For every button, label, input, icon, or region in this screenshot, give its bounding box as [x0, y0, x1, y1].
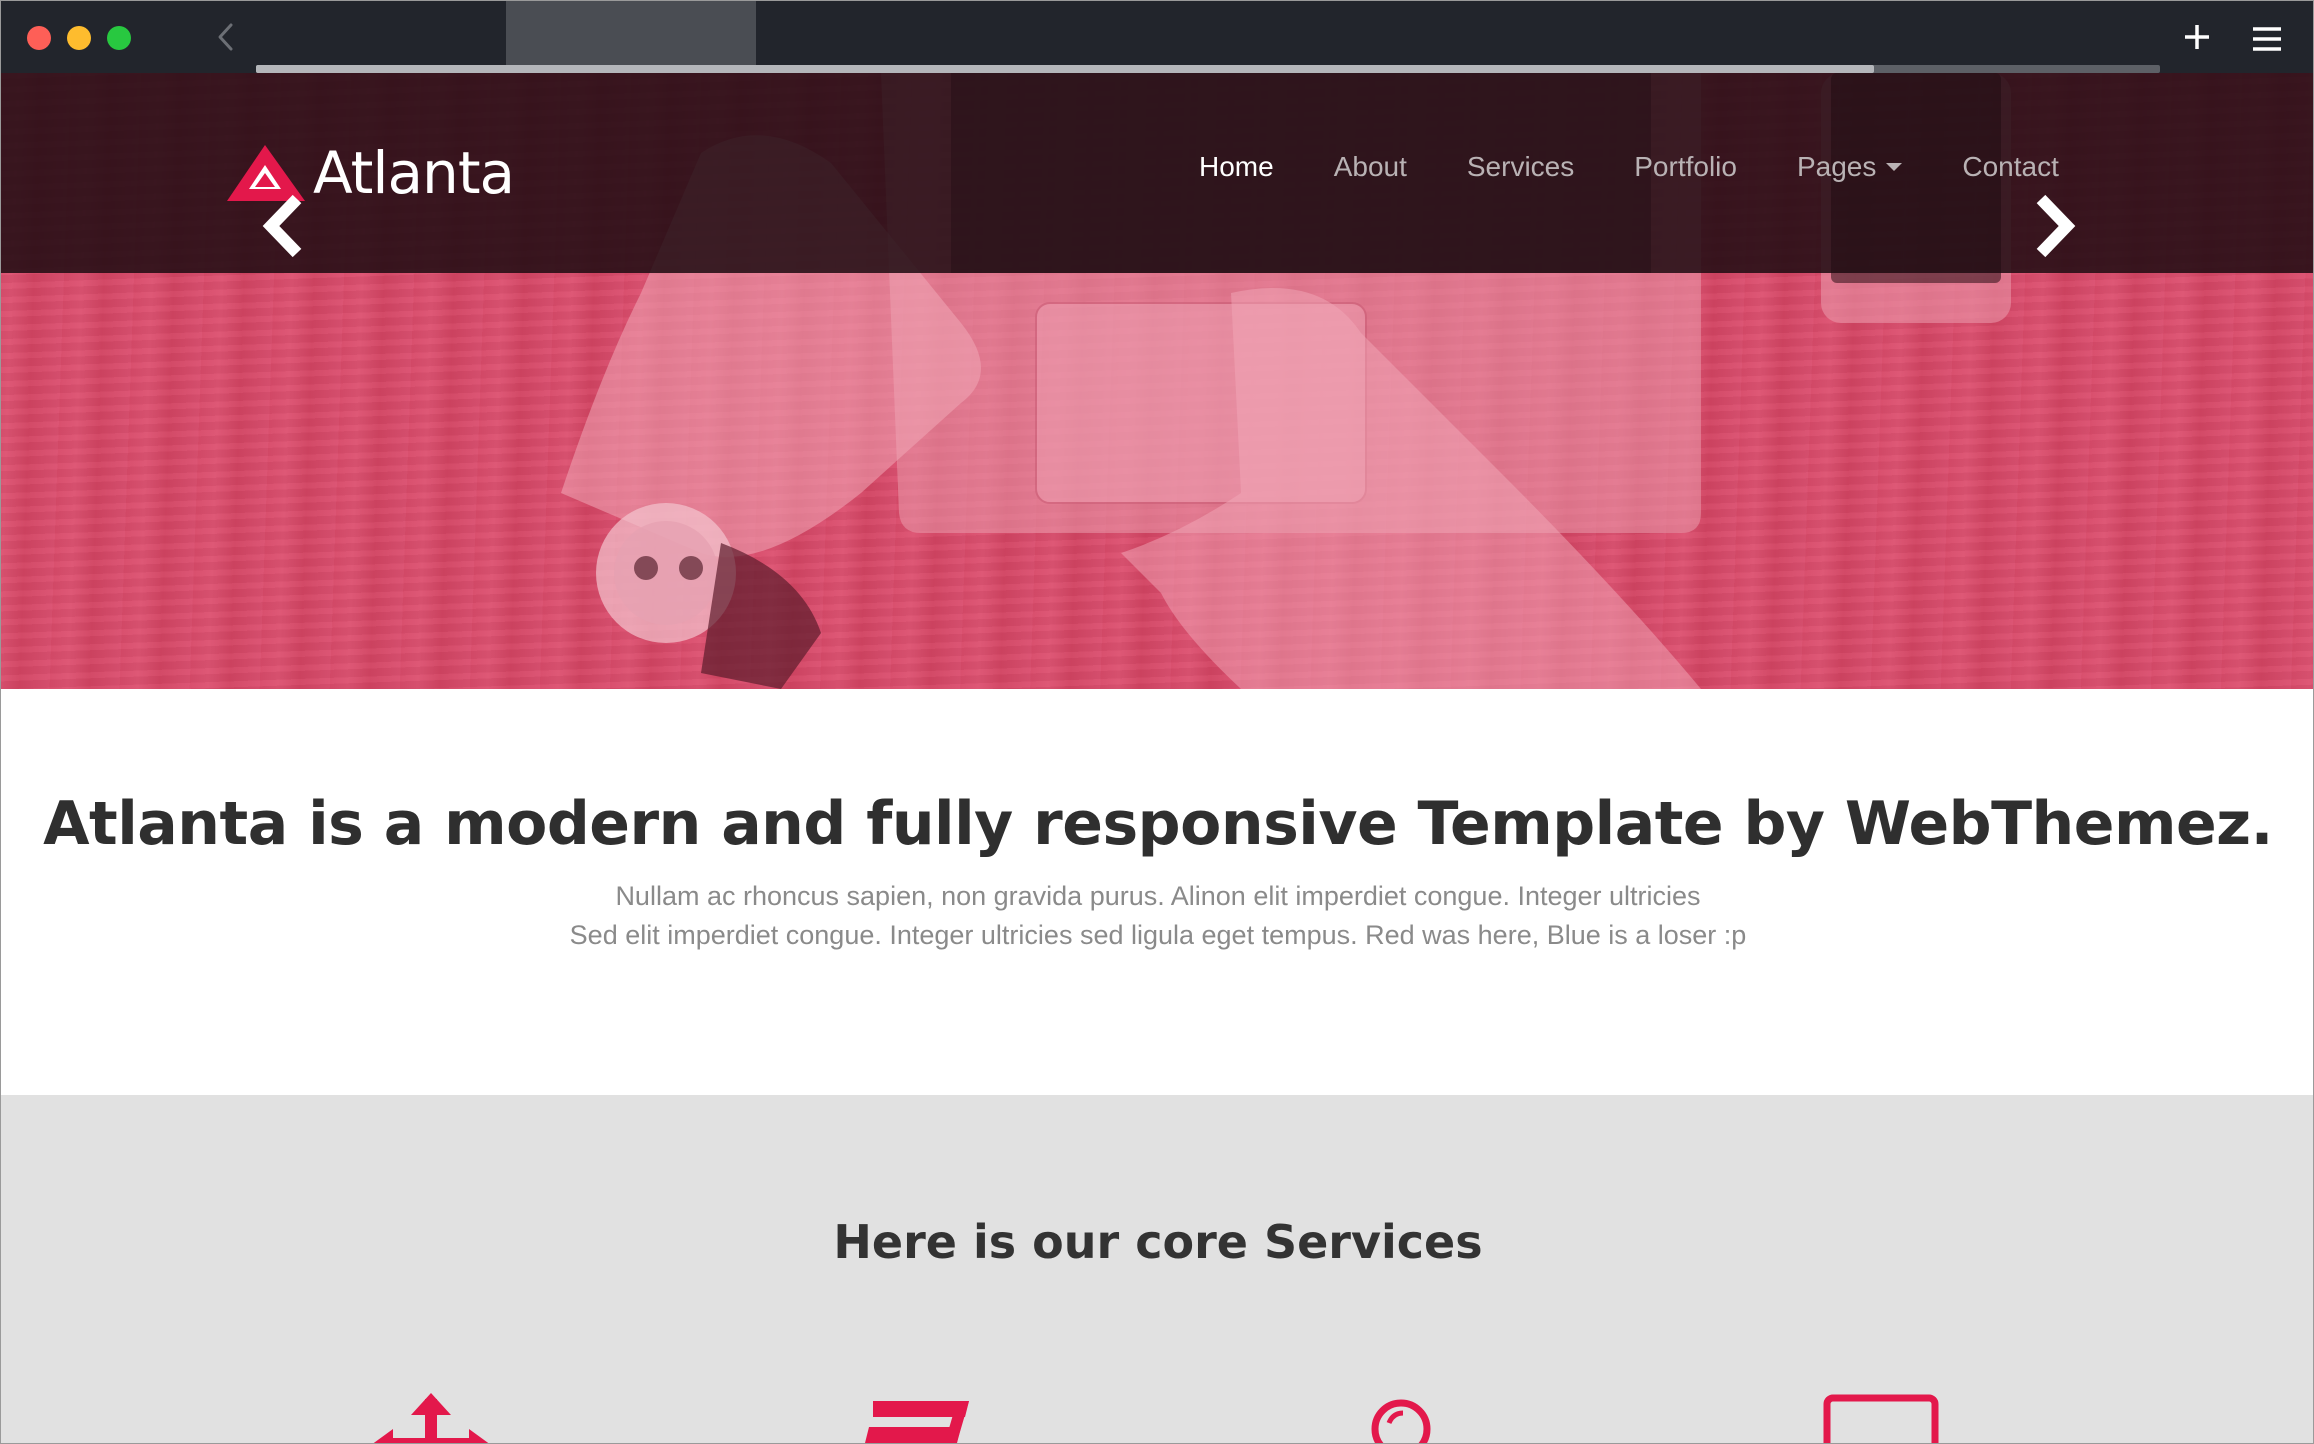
desktop-icon — [1823, 1394, 1939, 1443]
page-load-progress-fill — [256, 65, 1875, 73]
services-section: Here is our core Services — [1, 1095, 2313, 1443]
nav-contact[interactable]: Contact — [1962, 151, 2059, 183]
nav-services-label: Services — [1466, 151, 1575, 182]
nav-pages-dropdown[interactable]: Pages — [1796, 151, 1903, 183]
nav-home[interactable]: Home — [1199, 151, 1274, 183]
intro-text-line-1: Nullam ac rhoncus sapien, non gravida pu… — [615, 881, 1701, 911]
hamburger-menu-icon[interactable] — [2249, 21, 2285, 57]
intro-text-line-2: Sed elit imperdiet congue. Integer ultri… — [569, 920, 1747, 950]
browser-tab[interactable] — [506, 1, 756, 67]
nav-about[interactable]: About — [1334, 151, 1407, 183]
nav-contact-label: Contact — [1962, 151, 2059, 182]
nav-about-label: About — [1333, 151, 1407, 182]
intro-section: Atlanta is a modern and fully responsive… — [1, 689, 2313, 1095]
caret-down-icon — [1886, 163, 1903, 171]
nav-portfolio[interactable]: Portfolio — [1634, 151, 1737, 183]
services-title: Here is our core Services — [833, 1215, 1483, 1269]
css3-icon — [865, 1401, 969, 1443]
chevron-right-icon[interactable] — [2029, 191, 2079, 261]
page-load-progress — [256, 65, 2160, 73]
search-icon — [1371, 1399, 1431, 1443]
minimize-window-button[interactable] — [67, 26, 91, 50]
nav-services[interactable]: Services — [1467, 151, 1574, 183]
chevron-left-icon[interactable] — [259, 191, 309, 261]
arrows-icon — [373, 1393, 489, 1443]
browser-toolbar — [1, 1, 2313, 73]
nav-portfolio-label: Portfolio — [1634, 151, 1737, 182]
close-window-button[interactable] — [27, 26, 51, 50]
back-arrow-icon[interactable] — [211, 17, 241, 57]
browser-window: Atlanta Home About Services Portfolio Pa… — [0, 0, 2314, 1444]
new-tab-plus-icon[interactable] — [2179, 17, 2215, 57]
intro-title: Atlanta is a modern and fully responsive… — [43, 789, 2273, 859]
nav-home-label: Home — [1199, 151, 1274, 182]
maximize-window-button[interactable] — [107, 26, 131, 50]
nav-pages-label: Pages — [1796, 151, 1877, 182]
main-nav: Home About Services Portfolio Pages Cont… — [1199, 151, 2059, 183]
logo-text: Atlanta — [313, 139, 515, 207]
